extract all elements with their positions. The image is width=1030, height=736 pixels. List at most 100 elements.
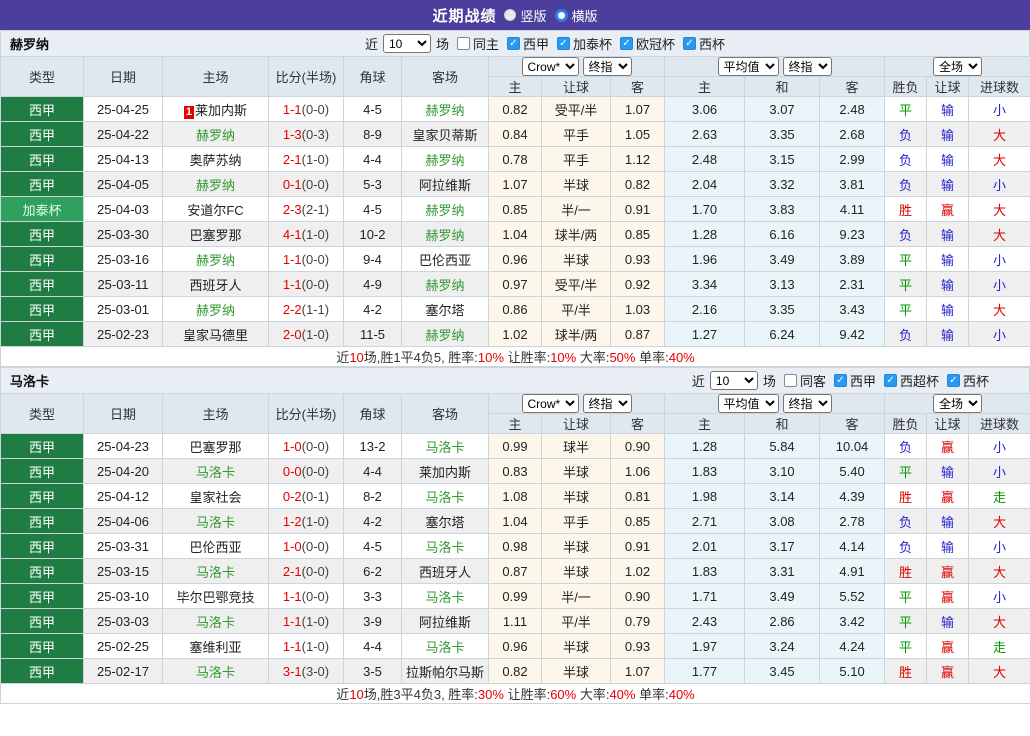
- odds-home-cell: 1.11: [488, 608, 542, 634]
- home-team-name[interactable]: 巴伦西亚: [189, 540, 241, 555]
- home-team-cell: 马洛卡: [162, 508, 269, 534]
- away-team-name[interactable]: 马洛卡: [425, 540, 464, 555]
- away-team-cell: 赫罗纳: [401, 96, 489, 122]
- home-team-name[interactable]: 毕尔巴鄂竞技: [176, 590, 254, 605]
- odds-provider-select[interactable]: Crow*: [521, 394, 579, 413]
- home-team-name[interactable]: 皇家马德里: [183, 328, 248, 343]
- average-select[interactable]: 平均值: [717, 394, 779, 413]
- score-cell: 1-1(0-0): [268, 246, 344, 272]
- same-venue-checkbox[interactable]: [783, 374, 797, 387]
- away-team-name[interactable]: 赫罗纳: [425, 228, 464, 243]
- handicap-cell: 半/一: [541, 196, 611, 222]
- average-stage-select[interactable]: 终指: [782, 57, 832, 76]
- away-team-name[interactable]: 塞尔塔: [425, 303, 464, 318]
- away-team-name[interactable]: 塞尔塔: [425, 515, 464, 530]
- radio-vertical-icon[interactable]: [504, 9, 517, 21]
- odds-away-cell: 1.12: [609, 146, 666, 172]
- away-team-name[interactable]: 赫罗纳: [425, 203, 464, 218]
- league-checkbox[interactable]: ✓: [883, 374, 897, 387]
- home-team-name[interactable]: 巴塞罗那: [189, 440, 241, 455]
- league-checkbox[interactable]: ✓: [620, 37, 634, 50]
- score-cell: 0-1(0-0): [268, 171, 344, 197]
- home-team-name[interactable]: 西班牙人: [189, 278, 241, 293]
- full-time-score: 0-1: [282, 176, 302, 192]
- team-section: 马洛卡近 10 场同客 ✓ 西甲 ✓ 西超杯 ✓ 西杯 类型 日期 主场 比分(半场) 角球 客场 Crow*…: [0, 367, 1030, 704]
- avg-draw-cell: 3.07: [744, 96, 821, 122]
- result-cell: 负: [884, 171, 928, 197]
- layout-option-vertical[interactable]: 竖版: [504, 6, 547, 25]
- average-stage-select[interactable]: 终指: [782, 394, 832, 413]
- away-team-name[interactable]: 西班牙人: [419, 565, 471, 580]
- result-cell: 负: [884, 533, 928, 559]
- home-team-name[interactable]: 马洛卡: [196, 465, 235, 480]
- league-checkbox[interactable]: ✓: [557, 37, 570, 50]
- home-team-name[interactable]: 马洛卡: [196, 665, 235, 680]
- odds-home-cell: 0.86: [488, 296, 542, 322]
- home-team-name[interactable]: 赫罗纳: [196, 128, 235, 143]
- home-team-name[interactable]: 赫罗纳: [196, 303, 235, 318]
- away-team-name[interactable]: 巴伦西亚: [419, 253, 471, 268]
- half-time-score: (0-0): [301, 176, 330, 192]
- away-team-name[interactable]: 赫罗纳: [425, 103, 464, 118]
- recent-count-select[interactable]: 10: [382, 34, 431, 53]
- away-team-name[interactable]: 马洛卡: [425, 490, 464, 505]
- avg-away-cell: 10.04: [819, 433, 886, 459]
- away-team-name[interactable]: 赫罗纳: [425, 153, 464, 168]
- league-checkbox[interactable]: ✓: [506, 37, 520, 50]
- scope-select[interactable]: 全场: [933, 57, 983, 76]
- average-select[interactable]: 平均值: [717, 57, 779, 76]
- home-team-name[interactable]: 安道尔FC: [187, 203, 243, 218]
- league-checkbox[interactable]: ✓: [683, 37, 697, 50]
- home-team-name[interactable]: 奥萨苏纳: [189, 153, 241, 168]
- recent-count-select[interactable]: 10: [709, 371, 758, 390]
- league-checkbox[interactable]: ✓: [946, 374, 960, 387]
- away-team-name[interactable]: 马洛卡: [425, 640, 464, 655]
- half-time-score: (1-0): [301, 226, 330, 242]
- scope-select[interactable]: 全场: [933, 394, 983, 413]
- table-row: 西甲 25-04-22 赫罗纳 1-3(0-3) 8-9 皇家贝蒂斯 0.84 平手 1.05 2…: [0, 121, 1030, 147]
- home-team-name[interactable]: 马洛卡: [196, 565, 235, 580]
- radio-horizontal-icon[interactable]: [554, 8, 568, 22]
- type-cell: 加泰杯: [0, 196, 84, 222]
- away-team-name[interactable]: 赫罗纳: [425, 328, 464, 343]
- full-time-score: 3-1: [282, 663, 302, 679]
- half-time-score: (1-0): [301, 638, 330, 654]
- goals-cell: 小: [968, 433, 1030, 459]
- handicap-result-cell: 赢: [926, 433, 970, 459]
- half-time-score: (0-0): [301, 588, 330, 604]
- away-team-name[interactable]: 阿拉维斯: [419, 615, 471, 630]
- same-venue-checkbox[interactable]: [456, 37, 470, 50]
- odds-stage-select[interactable]: 终指: [582, 57, 632, 76]
- section-header-bar: 马洛卡近 10 场同客 ✓ 西甲 ✓ 西超杯 ✓ 西杯: [0, 367, 1030, 393]
- home-team-cell: 马洛卡: [162, 558, 269, 584]
- away-team-name[interactable]: 莱加内斯: [419, 465, 471, 480]
- date-cell: 25-03-10: [83, 583, 163, 609]
- home-team-name[interactable]: 皇家社会: [189, 490, 241, 505]
- home-team-name[interactable]: 巴塞罗那: [189, 228, 241, 243]
- away-team-name[interactable]: 皇家贝蒂斯: [412, 128, 477, 143]
- odds-provider-select[interactable]: Crow*: [521, 57, 579, 76]
- avg-draw-cell: 5.84: [744, 433, 821, 459]
- date-cell: 25-02-25: [83, 633, 163, 659]
- odds-home-cell: 0.96: [488, 246, 542, 272]
- odds-stage-select[interactable]: 终指: [582, 394, 632, 413]
- home-team-cell: 塞维利亚: [162, 633, 269, 659]
- away-team-name[interactable]: 马洛卡: [425, 590, 464, 605]
- home-team-name[interactable]: 赫罗纳: [196, 178, 235, 193]
- away-team-name[interactable]: 马洛卡: [425, 440, 464, 455]
- away-team-name[interactable]: 阿拉维斯: [419, 178, 471, 193]
- home-team-name[interactable]: 马洛卡: [196, 615, 235, 630]
- league-checkbox[interactable]: ✓: [833, 374, 847, 387]
- result-cell: 平: [884, 96, 928, 122]
- home-team-name[interactable]: 赫罗纳: [196, 253, 235, 268]
- away-team-name[interactable]: 拉斯帕尔马斯: [406, 665, 484, 680]
- home-team-name[interactable]: 塞维利亚: [189, 640, 241, 655]
- home-team-name[interactable]: 莱加内斯: [195, 103, 247, 118]
- away-team-cell: 阿拉维斯: [401, 171, 489, 197]
- home-team-name[interactable]: 马洛卡: [196, 515, 235, 530]
- away-team-cell: 阿拉维斯: [401, 608, 489, 634]
- layout-option-horizontal[interactable]: 横版: [554, 6, 598, 25]
- away-team-name[interactable]: 赫罗纳: [425, 278, 464, 293]
- score-cell: 2-3(2-1): [268, 196, 344, 222]
- home-team-cell: 赫罗纳: [162, 246, 269, 272]
